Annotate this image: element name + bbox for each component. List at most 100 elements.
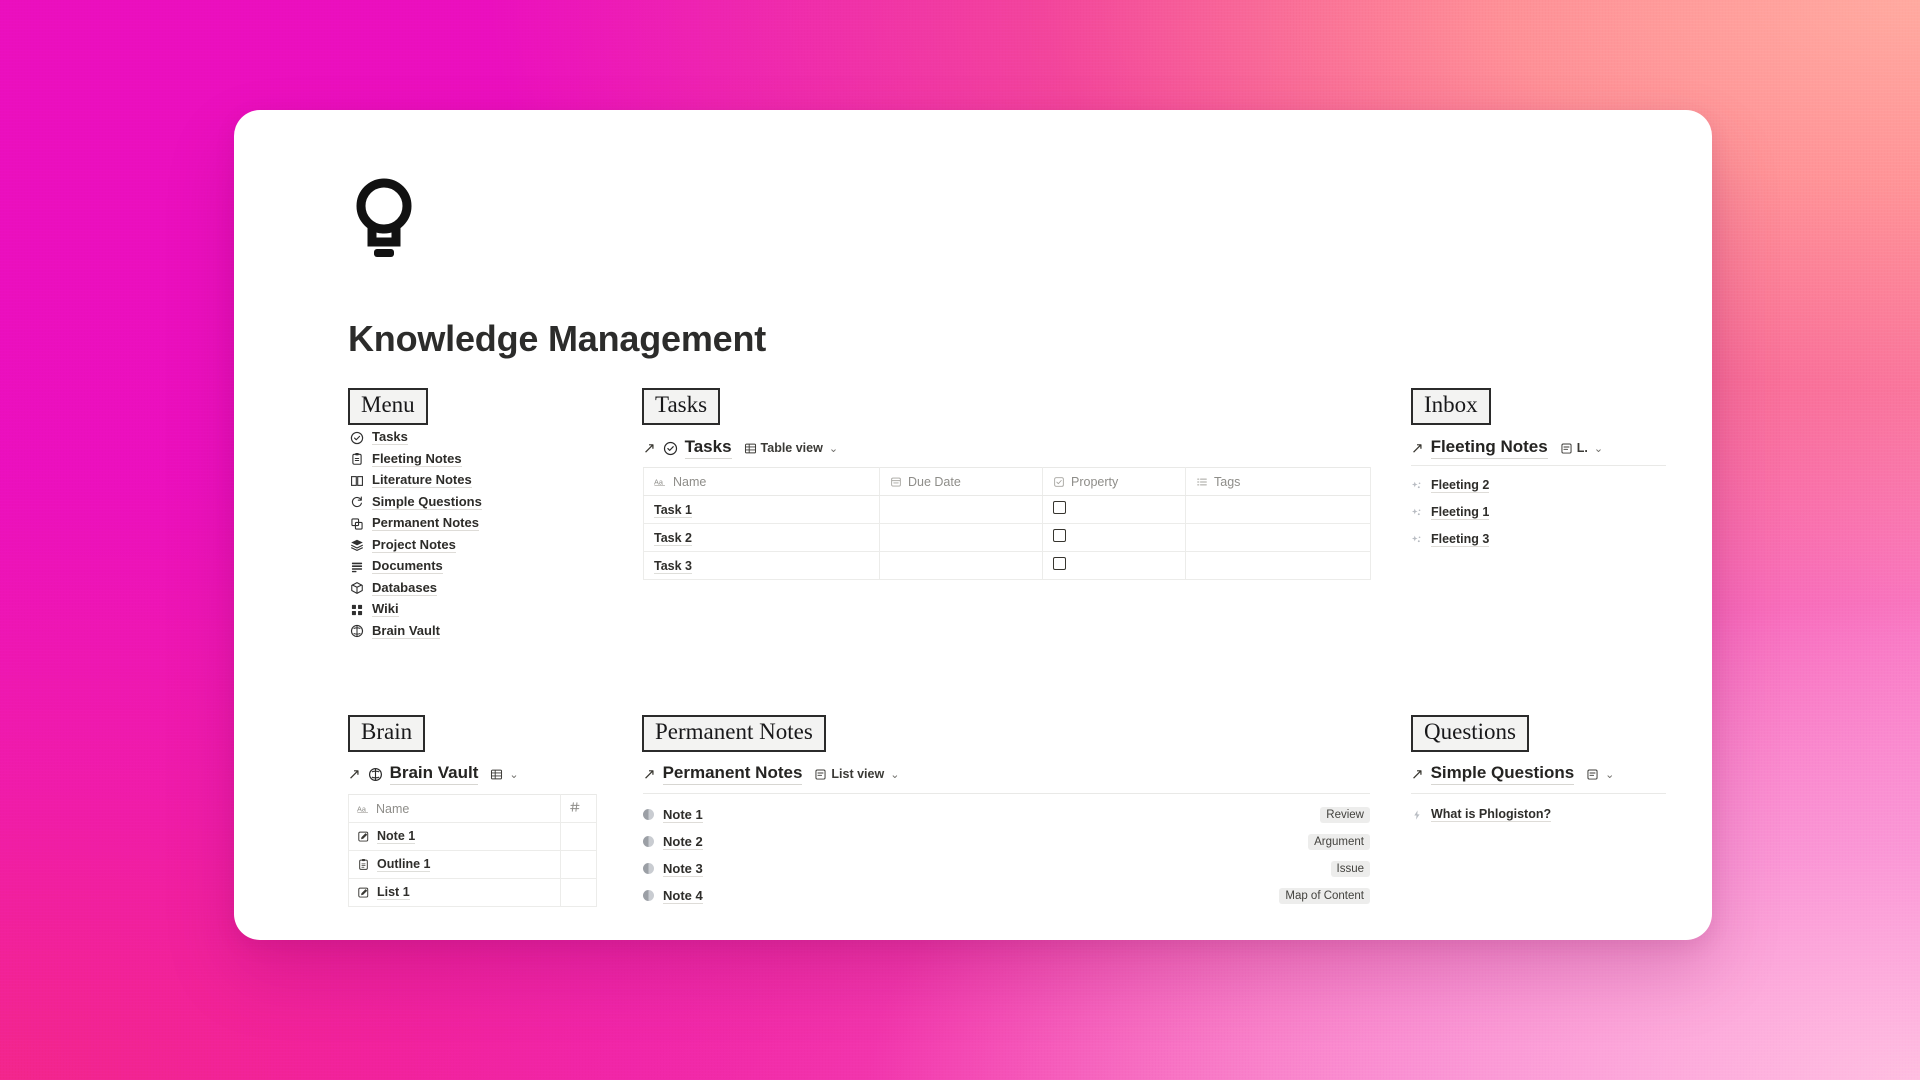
section-heading-brain: Brain — [348, 715, 426, 752]
chevron-down-icon[interactable]: ⌄ — [509, 768, 518, 781]
open-arrow-icon[interactable]: ↗ — [643, 441, 656, 456]
brain-cell-number[interactable] — [560, 822, 597, 851]
brain-cell-number[interactable] — [560, 878, 597, 907]
brain-db-header[interactable]: ↗ Brain Vault ⌄ — [348, 763, 519, 785]
sidebar-item-permanent-notes[interactable]: Permanent Notes — [350, 513, 560, 535]
open-arrow-icon[interactable]: ↗ — [643, 767, 656, 782]
permanent-notes-db-title[interactable]: Permanent Notes — [662, 763, 803, 785]
tasks-col-due-date-label: Due Date — [908, 474, 961, 489]
tasks-cell-tags[interactable] — [1185, 523, 1371, 552]
tasks-col-property[interactable]: Property — [1042, 467, 1186, 496]
tasks-cell-due-date[interactable] — [879, 495, 1043, 524]
tasks-cell-tags[interactable] — [1185, 495, 1371, 524]
list-item[interactable]: Fleeting 2 — [1411, 472, 1666, 499]
tasks-col-tags[interactable]: Tags — [1185, 467, 1371, 496]
table-row[interactable]: Task 1 — [643, 495, 1371, 524]
open-arrow-icon[interactable]: ↗ — [348, 767, 361, 782]
brain-db-title[interactable]: Brain Vault — [389, 763, 479, 785]
inbox-view-selector[interactable]: L. ⌄ — [1560, 441, 1603, 455]
tasks-db-header[interactable]: ↗ Tasks Table view ⌄ — [643, 437, 838, 459]
permanent-notes-list: Note 1 Review Note 2 Argument Note 3 Iss… — [643, 793, 1370, 909]
sidebar-item-simple-questions[interactable]: Simple Questions — [350, 492, 560, 514]
sparkle-icon — [1411, 507, 1423, 519]
list-item[interactable]: What is Phlogiston? — [1411, 801, 1666, 828]
questions-db-title[interactable]: Simple Questions — [1430, 763, 1575, 785]
clipboard-icon — [350, 452, 364, 466]
documents-icon — [350, 560, 364, 574]
open-arrow-icon[interactable]: ↗ — [1411, 441, 1424, 456]
tasks-cell-name[interactable]: Task 2 — [643, 523, 880, 552]
tasks-col-tags-label: Tags — [1214, 474, 1241, 489]
tasks-cell-name[interactable]: Task 1 — [643, 495, 880, 524]
sidebar-item-brain-vault[interactable]: Brain Vault — [350, 621, 560, 643]
tasks-db-title[interactable]: Tasks — [684, 437, 732, 459]
chevron-down-icon[interactable]: ⌄ — [890, 768, 899, 781]
sidebar-item-wiki[interactable]: Wiki — [350, 599, 560, 621]
brain-col-number[interactable] — [560, 794, 597, 823]
list-item[interactable]: Note 4 Map of Content — [643, 882, 1370, 909]
list-item[interactable]: Fleeting 3 — [1411, 526, 1666, 553]
permanent-notes-view-selector[interactable]: List view ⌄ — [814, 767, 899, 781]
task-checkbox[interactable] — [1053, 528, 1066, 542]
tasks-cell-property[interactable] — [1042, 495, 1186, 524]
brain-cell-number[interactable] — [560, 850, 597, 879]
page-title: Knowledge Management — [348, 318, 767, 359]
sidebar-item-label: Literature Notes — [372, 472, 472, 489]
tasks-cell-tags[interactable] — [1185, 551, 1371, 580]
half-circle-icon — [643, 836, 654, 847]
tasks-cell-due-date[interactable] — [879, 523, 1043, 552]
menu-list: Tasks Fleeting Notes Literature Notes Si… — [350, 427, 560, 642]
brain-col-name[interactable]: Aa Name — [348, 794, 561, 823]
open-arrow-icon[interactable]: ↗ — [1411, 767, 1424, 782]
brain-cell-name[interactable]: List 1 — [348, 878, 561, 907]
tasks-cell-due-date[interactable] — [879, 551, 1043, 580]
questions-db-header[interactable]: ↗ Simple Questions ⌄ — [1411, 763, 1614, 785]
tasks-col-name[interactable]: Aa Name — [643, 467, 880, 496]
sidebar-item-tasks[interactable]: Tasks — [350, 427, 560, 449]
list-item[interactable]: Fleeting 1 — [1411, 499, 1666, 526]
sidebar-item-databases[interactable]: Databases — [350, 578, 560, 600]
brain-circle-icon — [350, 624, 364, 638]
inbox-db-title[interactable]: Fleeting Notes — [1430, 437, 1548, 459]
task-checkbox[interactable] — [1053, 556, 1066, 570]
brain-cell-name[interactable]: Outline 1 — [348, 850, 561, 879]
table-row[interactable]: Task 2 — [643, 523, 1371, 552]
list-view-icon — [814, 768, 827, 781]
app-window: Knowledge Management Menu Tasks Fleeting… — [234, 110, 1712, 940]
task-checkbox[interactable] — [1053, 500, 1066, 514]
list-item[interactable]: Note 3 Issue — [643, 855, 1370, 882]
tasks-cell-property[interactable] — [1042, 523, 1186, 552]
note-pencil-icon — [357, 886, 370, 899]
table-row[interactable]: Note 1 — [348, 822, 597, 851]
tasks-table-header-row: Aa Name Due Date Property Tags — [643, 467, 1371, 496]
chevron-down-icon[interactable]: ⌄ — [1605, 768, 1614, 781]
sidebar-item-label: Databases — [372, 579, 438, 596]
list-view-icon — [1586, 768, 1599, 781]
list-item[interactable]: Note 1 Review — [643, 801, 1370, 828]
list-item-label: Fleeting 2 — [1431, 478, 1490, 493]
table-row[interactable]: List 1 — [348, 878, 597, 907]
inbox-db-header[interactable]: ↗ Fleeting Notes L. ⌄ — [1411, 437, 1603, 459]
table-row[interactable]: Outline 1 — [348, 850, 597, 879]
brain-cell-name[interactable]: Note 1 — [348, 822, 561, 851]
tasks-cell-property[interactable] — [1042, 551, 1186, 580]
sparkle-icon — [1411, 480, 1423, 492]
sidebar-item-literature-notes[interactable]: Literature Notes — [350, 470, 560, 492]
tasks-col-due-date[interactable]: Due Date — [879, 467, 1043, 496]
tasks-view-selector[interactable]: Table view ⌄ — [744, 441, 838, 455]
questions-view-selector[interactable]: ⌄ — [1586, 768, 1614, 781]
table-row[interactable]: Task 3 — [643, 551, 1371, 580]
tasks-row-name-label: Task 1 — [654, 502, 692, 518]
chevron-down-icon[interactable]: ⌄ — [829, 442, 838, 455]
list-item-label: Fleeting 3 — [1431, 532, 1490, 547]
brain-view-selector[interactable]: ⌄ — [490, 768, 519, 781]
sidebar-item-fleeting-notes[interactable]: Fleeting Notes — [350, 449, 560, 471]
status-badge: Issue — [1330, 860, 1370, 877]
sidebar-item-documents[interactable]: Documents — [350, 556, 560, 578]
question-label: What is Phlogiston? — [1431, 807, 1552, 822]
permanent-notes-db-header[interactable]: ↗ Permanent Notes List view ⌄ — [643, 763, 899, 785]
list-item[interactable]: Note 2 Argument — [643, 828, 1370, 855]
tasks-cell-name[interactable]: Task 3 — [643, 551, 880, 580]
chevron-down-icon[interactable]: ⌄ — [1594, 442, 1603, 455]
sidebar-item-project-notes[interactable]: Project Notes — [350, 535, 560, 557]
